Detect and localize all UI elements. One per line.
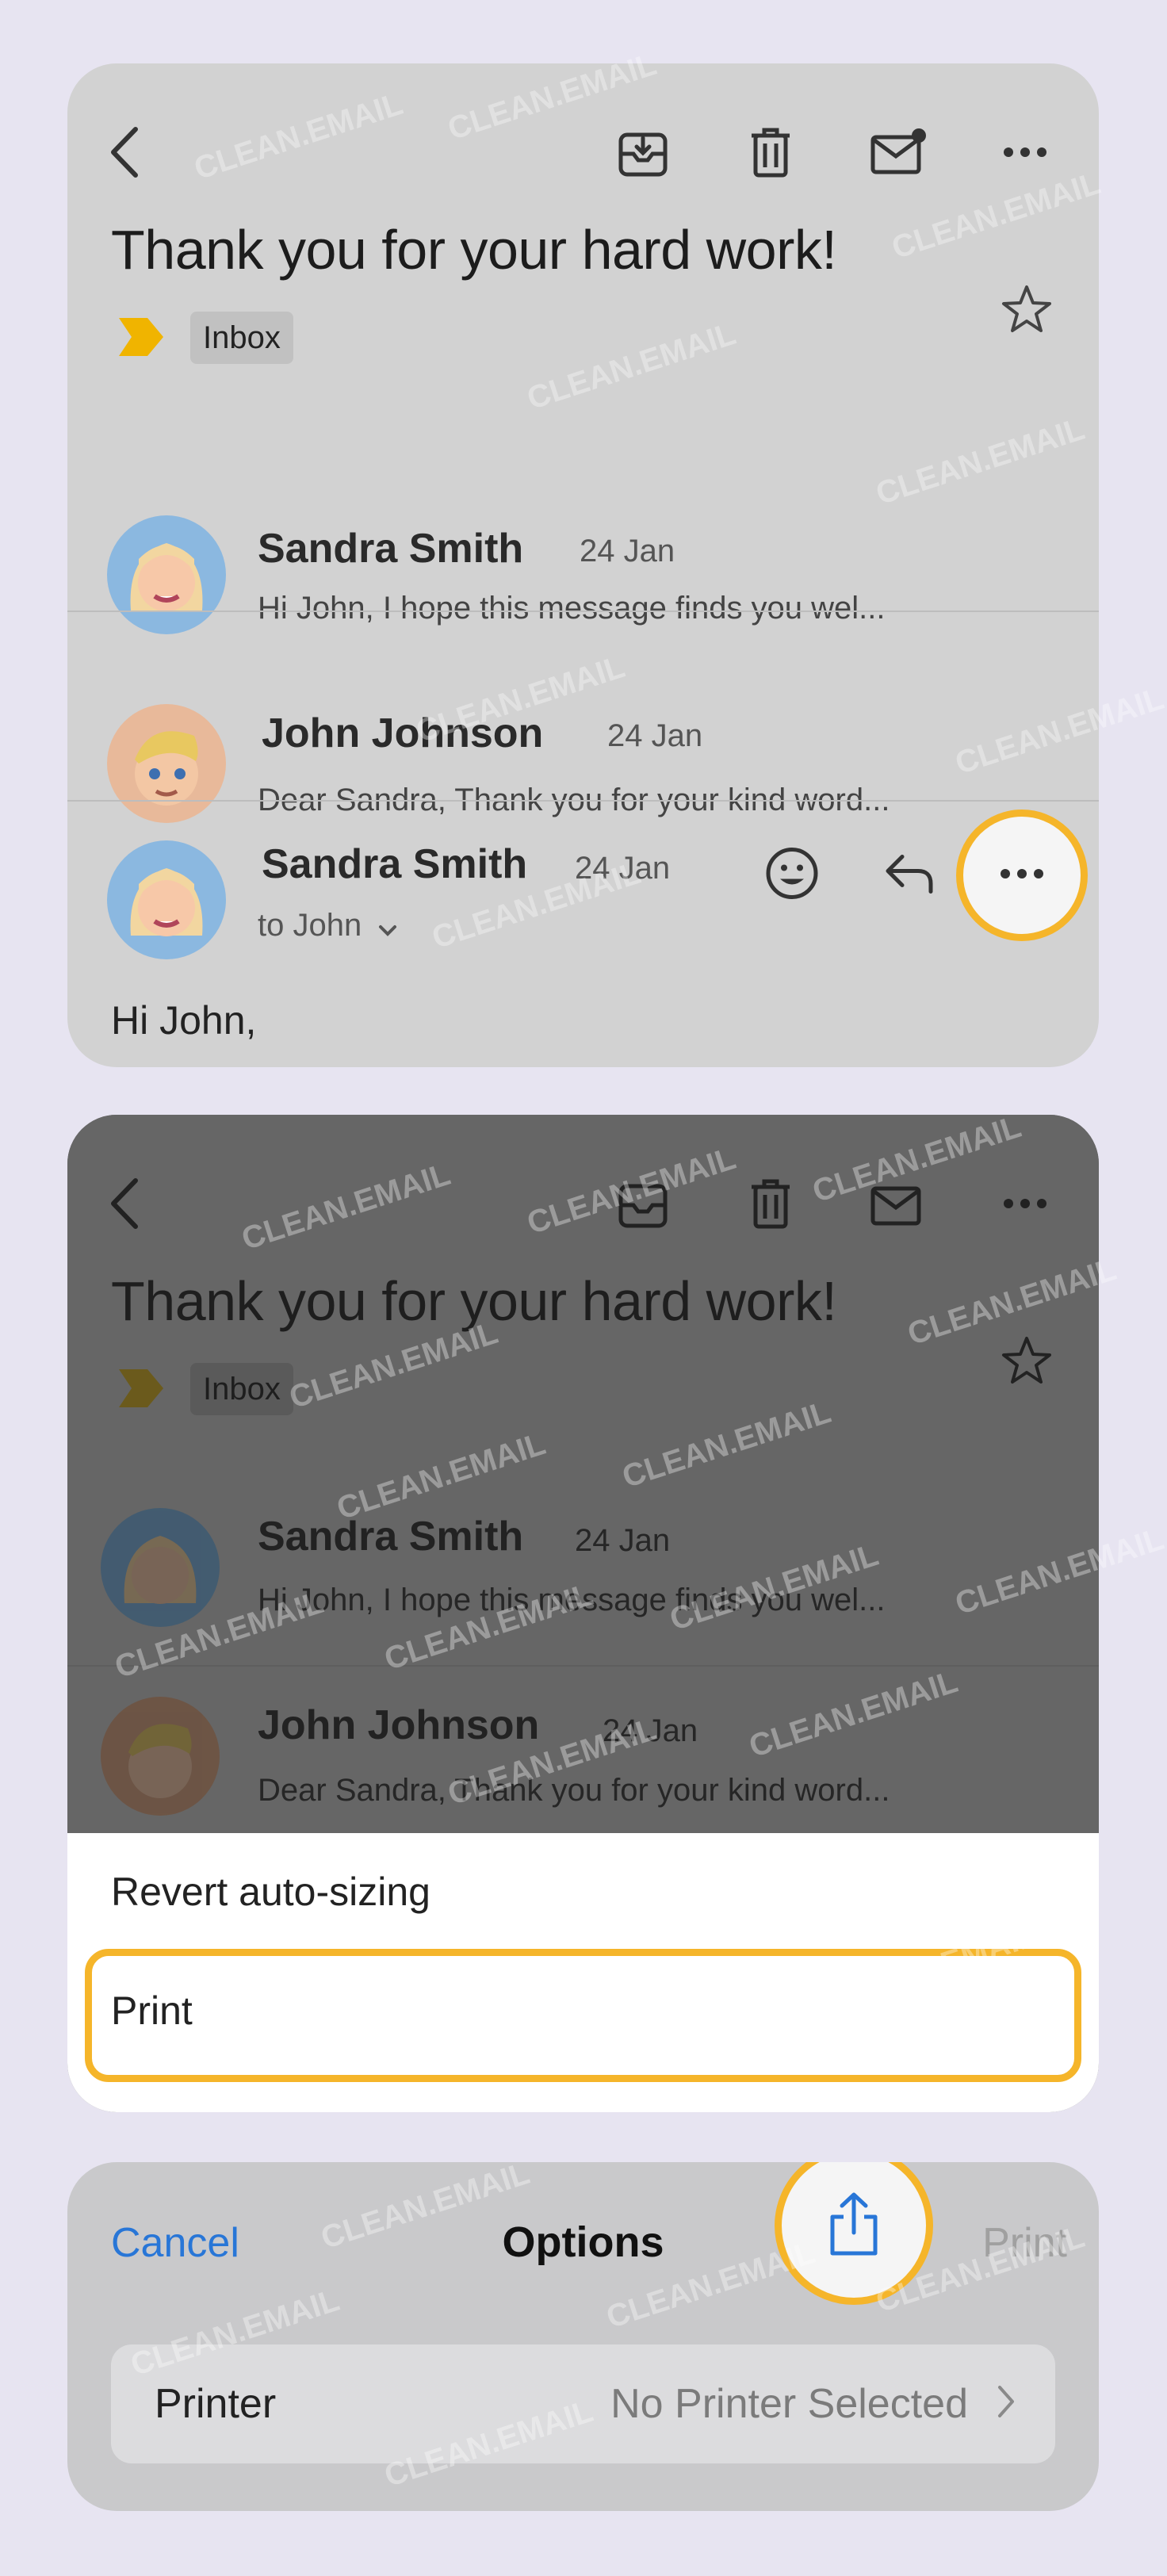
message-snippet: Dear Sandra, Thank you for your kind wor…: [258, 1773, 890, 1808]
email-view-panel: Thank you for your hard work! Inbox Sand…: [67, 63, 1099, 1067]
sender-name: Sandra Smith: [258, 526, 524, 572]
sender-name: Sandra Smith: [258, 1514, 524, 1560]
archive-icon[interactable]: [618, 127, 668, 178]
page-title: Options: [502, 2218, 664, 2266]
archive-icon: [618, 1178, 668, 1229]
chevron-right-icon: [997, 2384, 1016, 2423]
message-date: 24 Jan: [575, 1523, 671, 1558]
avatar: [107, 704, 226, 823]
message-menu-panel: Thank you for your hard work! Inbox Sand…: [67, 1115, 1099, 2112]
trash-icon[interactable]: [748, 126, 793, 178]
label-importance-icon: [119, 1369, 163, 1411]
message-date: 24 Jan: [603, 1713, 698, 1748]
menu-item-revert-auto-sizing[interactable]: Revert auto-sizing: [111, 1869, 430, 1915]
print-button[interactable]: Print: [982, 2219, 1067, 2267]
printer-row[interactable]: Printer No Printer Selected: [111, 2344, 1055, 2463]
mark-unread-icon[interactable]: [870, 128, 928, 177]
emoji-reaction-icon[interactable]: [764, 846, 820, 905]
message-date: 24 Jan: [575, 851, 671, 886]
sender-name: John Johnson: [262, 710, 544, 756]
sender-name: Sandra Smith: [262, 841, 528, 887]
back-icon[interactable]: [109, 126, 140, 178]
label-chip-inbox: Inbox: [190, 1363, 293, 1415]
cancel-button[interactable]: Cancel: [111, 2219, 239, 2267]
printer-value: No Printer Selected: [610, 2381, 968, 2427]
toolbar: [67, 63, 1099, 190]
message-date: 24 Jan: [607, 718, 703, 753]
share-button[interactable]: [775, 2162, 933, 2305]
more-icon: [1003, 1198, 1047, 1209]
trash-icon: [748, 1177, 793, 1230]
print-highlight-frame: [85, 1949, 1081, 2082]
mark-unread-icon: [870, 1179, 928, 1228]
reply-icon[interactable]: [883, 852, 936, 899]
avatar: [101, 1508, 220, 1627]
avatar: [101, 1697, 220, 1816]
more-icon[interactable]: [1003, 147, 1047, 158]
recipient-label: to John: [258, 908, 362, 943]
print-options-panel: Cancel Options Print Printer No Printer …: [67, 2162, 1099, 2511]
divider: [67, 1665, 1099, 1667]
list-item[interactable]: John Johnson 24 Jan Dear Sandra, Thank y…: [67, 612, 1099, 823]
recipient-toggle[interactable]: to John: [258, 908, 397, 945]
star-icon: [1001, 1335, 1053, 1390]
label-chip-inbox[interactable]: Inbox: [190, 312, 293, 364]
message-body: Hi John,: [111, 998, 257, 1043]
message-more-button[interactable]: [956, 810, 1088, 941]
message-date: 24 Jan: [580, 534, 675, 568]
dimmed-overlay[interactable]: Thank you for your hard work! Inbox Sand…: [67, 1115, 1099, 1833]
share-icon: [825, 2190, 883, 2262]
divider: [67, 800, 1099, 802]
email-subject: Thank you for your hard work!: [111, 219, 837, 281]
more-icon: [1000, 868, 1044, 883]
label-importance-icon: [119, 318, 163, 360]
message-snippet: Hi John, I hope this message finds you w…: [258, 1583, 886, 1617]
chevron-down-icon: [378, 909, 397, 945]
sender-name: John Johnson: [258, 1702, 540, 1748]
back-icon: [109, 1177, 140, 1230]
printer-label: Printer: [155, 2381, 277, 2427]
email-subject: Thank you for your hard work!: [111, 1270, 837, 1332]
avatar: [107, 840, 226, 959]
star-icon[interactable]: [1001, 284, 1053, 339]
